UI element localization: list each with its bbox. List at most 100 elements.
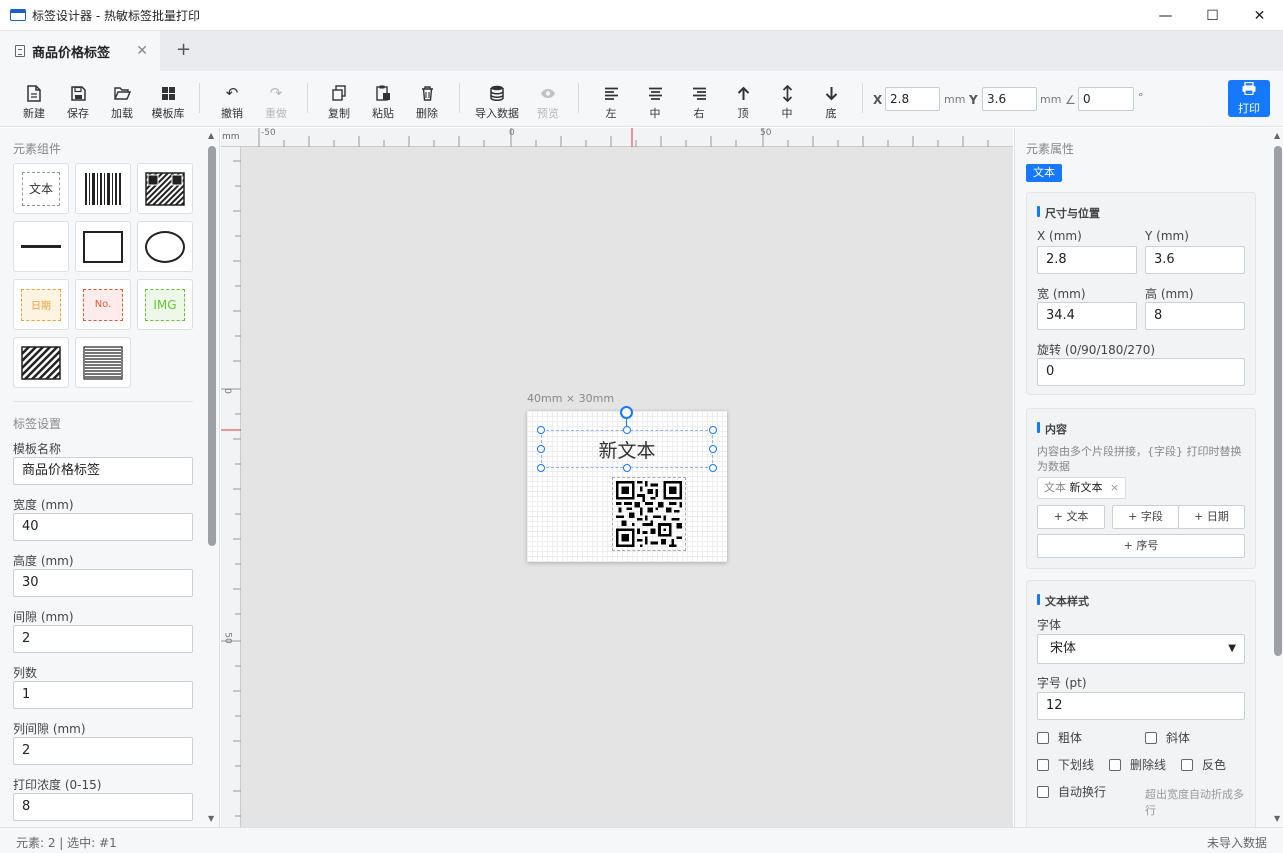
scroll-down-arrow[interactable]: ▼ — [1274, 814, 1280, 823]
right-panel-scrollbar[interactable] — [1274, 146, 1282, 656]
templates-button[interactable]: 模板库 — [146, 77, 190, 121]
save-button[interactable]: 保存 — [56, 77, 100, 121]
align-middle-button[interactable]: 中 — [765, 77, 809, 121]
ellipse-icon — [145, 230, 185, 263]
minimize-button[interactable]: — — [1142, 0, 1189, 31]
rotate-handle[interactable] — [620, 406, 633, 419]
design-canvas[interactable]: mm -50 0 50 0 50 40mm × 30mm 新文本 — [221, 128, 1013, 827]
resize-handle-ne[interactable] — [709, 426, 717, 434]
component-text[interactable]: 文本 — [13, 163, 69, 214]
redo-button[interactable]: ↷ 重做 — [254, 77, 298, 121]
close-window-button[interactable]: ✕ — [1236, 0, 1283, 31]
chip-remove-icon[interactable]: × — [1110, 481, 1119, 494]
add-field-button[interactable]: + 字段 — [1112, 505, 1179, 529]
align-right-icon — [689, 83, 709, 103]
resize-handle-e[interactable] — [709, 445, 717, 453]
text-element-selected[interactable]: 新文本 — [541, 430, 713, 468]
tab-document[interactable]: 商品价格标签 ✕ — [0, 31, 160, 71]
component-line[interactable] — [13, 221, 69, 272]
load-button[interactable]: 加载 — [100, 77, 144, 121]
gap-input[interactable]: 2 — [13, 625, 193, 653]
component-hatch-fill[interactable] — [13, 337, 69, 388]
left-panel-scrollbar[interactable] — [208, 146, 216, 546]
font-size-input[interactable]: 12 — [1037, 692, 1245, 720]
status-selection: 元素: 2 | 选中: #1 — [16, 836, 117, 850]
new-button[interactable]: 新建 — [12, 77, 56, 121]
align-left-button[interactable]: 左 — [589, 77, 633, 121]
resize-handle-w[interactable] — [537, 445, 545, 453]
ruler-tick-label: 50 — [222, 632, 233, 644]
align-top-button[interactable]: 顶 — [721, 77, 765, 121]
rotation-input[interactable]: 0 — [1037, 358, 1245, 386]
paste-label: 粘贴 — [372, 107, 394, 120]
align-right-button[interactable]: 右 — [677, 77, 721, 121]
properties-title: 元素属性 — [1026, 142, 1075, 156]
strikethrough-checkbox[interactable]: 删除线 — [1109, 756, 1166, 773]
bold-checkbox[interactable]: 粗体 — [1037, 729, 1082, 746]
qrcode-element[interactable] — [612, 477, 686, 551]
x-coord-input[interactable]: 2.8 — [885, 87, 940, 111]
autowrap-checkbox[interactable]: 自动换行 — [1037, 783, 1106, 800]
density-input[interactable]: 8 — [13, 793, 193, 821]
y-label: Y (mm) — [1145, 229, 1189, 243]
checkbox-icon — [1037, 758, 1049, 771]
angle-input[interactable]: 0 — [1078, 87, 1134, 111]
scroll-up-arrow[interactable]: ▲ — [208, 131, 214, 140]
new-file-icon — [24, 83, 44, 103]
copy-button[interactable]: 复制 — [317, 77, 361, 121]
component-serial[interactable]: No. — [75, 279, 131, 330]
component-qrcode[interactable] — [137, 163, 193, 214]
height-input[interactable]: 8 — [1145, 302, 1245, 330]
width-input[interactable]: 34.4 — [1037, 302, 1137, 330]
y-input[interactable]: 3.6 — [1145, 246, 1245, 274]
columns-input[interactable]: 1 — [13, 681, 193, 709]
width-label: 宽度 (mm) — [13, 498, 74, 512]
component-line-fill[interactable] — [75, 337, 131, 388]
copy-icon — [329, 83, 349, 103]
tab-close-icon[interactable]: ✕ — [136, 43, 148, 59]
height-input[interactable]: 30 — [13, 569, 193, 597]
content-fragment-chip[interactable]: 文本 新文本 × — [1037, 477, 1127, 499]
image-component-preview: IMG — [145, 288, 185, 321]
template-name-input[interactable]: 商品价格标签 — [13, 457, 193, 485]
font-select[interactable]: 宋体 ▼ — [1037, 634, 1245, 664]
italic-label: 斜体 — [1166, 731, 1191, 745]
add-tab-button[interactable]: + — [176, 39, 191, 60]
resize-handle-s[interactable] — [623, 464, 631, 472]
resize-handle-n[interactable] — [623, 426, 631, 434]
scroll-down-arrow[interactable]: ▼ — [208, 814, 214, 823]
resize-handle-nw[interactable] — [537, 426, 545, 434]
date-component-preview: 日期 — [21, 288, 61, 321]
italic-checkbox[interactable]: 斜体 — [1145, 729, 1190, 746]
component-barcode[interactable] — [75, 163, 131, 214]
resize-handle-se[interactable] — [709, 464, 717, 472]
component-ellipse[interactable] — [137, 221, 193, 272]
column-gap-input[interactable]: 2 — [13, 737, 193, 765]
x-input[interactable]: 2.8 — [1037, 246, 1137, 274]
line-icon — [21, 245, 61, 248]
print-button[interactable]: 打印 — [1228, 80, 1270, 117]
paste-button[interactable]: 粘贴 — [361, 77, 405, 121]
component-image[interactable]: IMG — [137, 279, 193, 330]
invert-checkbox[interactable]: 反色 — [1181, 756, 1226, 773]
import-data-button[interactable]: 导入数据 — [472, 77, 522, 121]
properties-panel: 元素属性 文本 尺寸与位置 X (mm) 2.8 Y (mm) 3.6 宽 (m… — [1014, 128, 1283, 827]
style-section-title: 文本样式 — [1037, 593, 1089, 609]
maximize-button[interactable]: ☐ — [1189, 0, 1236, 31]
component-rectangle[interactable] — [75, 221, 131, 272]
add-serial-button[interactable]: + 序号 — [1037, 534, 1245, 558]
preview-button[interactable]: 预览 — [526, 77, 570, 121]
undo-button[interactable]: ↶ 撤销 — [210, 77, 254, 121]
width-input[interactable]: 40 — [13, 513, 193, 541]
label-paper[interactable]: 新文本 — [527, 406, 727, 562]
y-coord-input[interactable]: 3.6 — [982, 87, 1037, 111]
align-center-button[interactable]: 中 — [633, 77, 677, 121]
underline-checkbox[interactable]: 下划线 — [1037, 756, 1094, 773]
component-date[interactable]: 日期 — [13, 279, 69, 330]
delete-button[interactable]: 删除 — [405, 77, 449, 121]
add-date-button[interactable]: + 日期 — [1178, 505, 1245, 529]
scroll-up-arrow[interactable]: ▲ — [1274, 131, 1280, 140]
align-bottom-button[interactable]: 底 — [809, 77, 853, 121]
resize-handle-sw[interactable] — [537, 464, 545, 472]
add-text-button[interactable]: + 文本 — [1037, 505, 1105, 529]
